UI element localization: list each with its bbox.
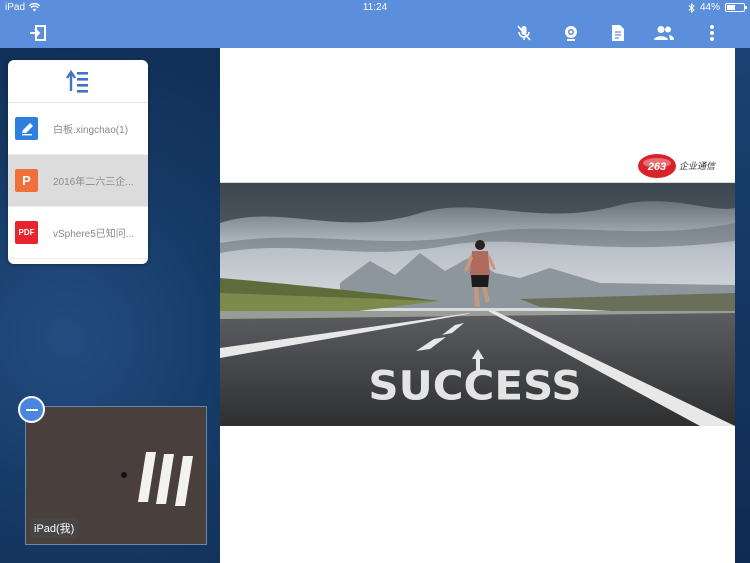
file-name: 2016年二六三企...: [53, 177, 134, 188]
bluetooth-icon: [688, 2, 695, 13]
document-icon[interactable]: [607, 22, 629, 44]
whiteboard-icon: [15, 117, 38, 140]
slide-canvas[interactable]: 263 企业通信 SUCCESS: [220, 48, 735, 563]
more-icon[interactable]: [701, 22, 723, 44]
exit-icon[interactable]: [27, 22, 49, 44]
file-item-pdf[interactable]: PDF vSphere5已知问...: [8, 207, 148, 259]
file-list-panel: 白板.xingchao(1) P 2016年二六三企... PDF vSpher…: [8, 60, 148, 264]
mic-off-icon[interactable]: [513, 22, 535, 44]
status-bar: iPad 11:24 44%: [0, 0, 750, 16]
file-item-whiteboard[interactable]: 白板.xingchao(1): [8, 103, 148, 155]
ppt-icon: P: [15, 169, 38, 192]
battery-icon: [725, 3, 747, 12]
camera-icon[interactable]: [560, 22, 582, 44]
right-edge-background: [735, 0, 750, 563]
minus-icon: [25, 408, 38, 411]
logo-subtext: 企业通信: [679, 161, 717, 172]
file-item-ppt[interactable]: P 2016年二六三企...: [8, 155, 148, 207]
file-name: vSphere5已知问...: [53, 229, 135, 240]
participants-icon[interactable]: [653, 22, 675, 44]
success-road-text: SUCCESS: [368, 363, 581, 410]
success-road-image: SUCCESS: [220, 183, 735, 426]
file-name: 白板.xingchao(1): [53, 125, 129, 136]
logo-number: 263: [647, 161, 666, 173]
top-toolbar: iPad 11:24 44%: [0, 0, 750, 48]
video-label: iPad(我): [30, 518, 79, 538]
sort-upload-icon[interactable]: [66, 69, 90, 93]
clock: 11:24: [362, 2, 388, 13]
pdf-icon: PDF: [15, 221, 38, 244]
battery-percent: 44%: [699, 2, 720, 13]
minimize-video-button[interactable]: [18, 396, 45, 423]
self-video-tile[interactable]: iPad(我): [25, 406, 207, 545]
file-list-header[interactable]: [8, 60, 148, 103]
